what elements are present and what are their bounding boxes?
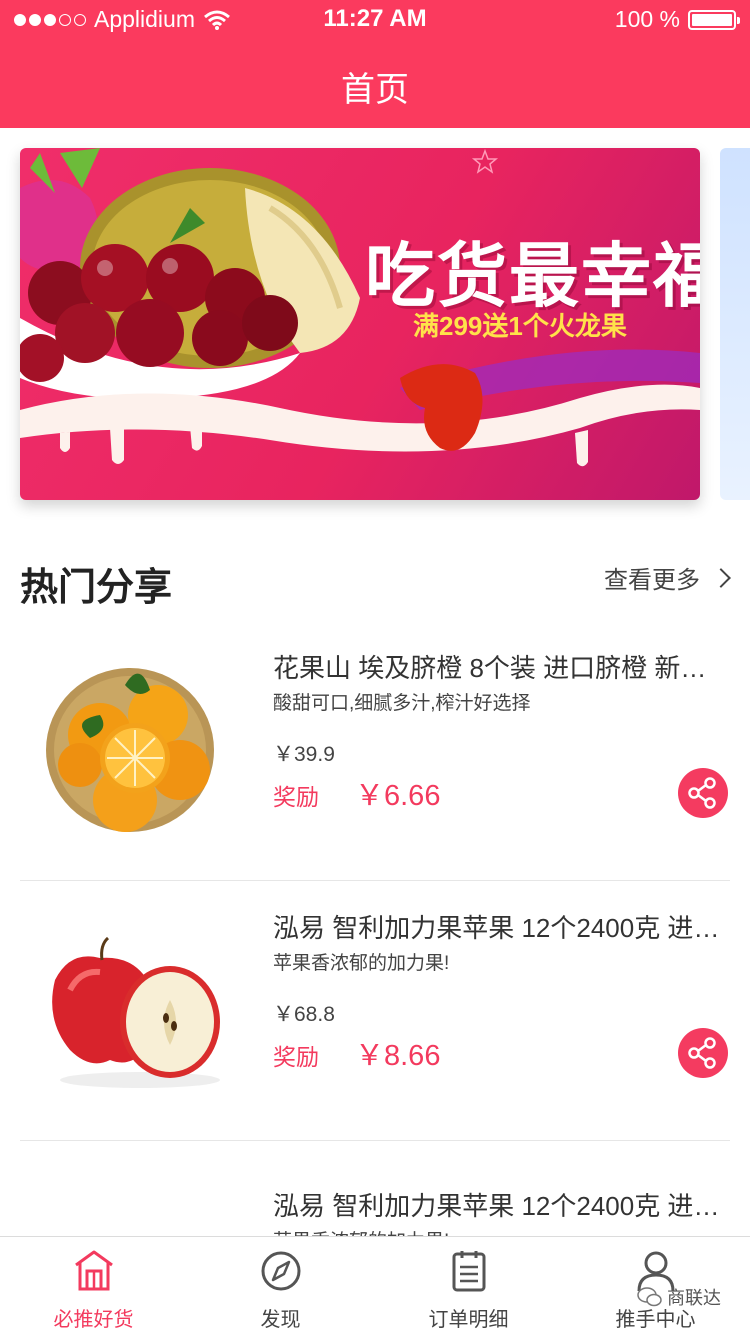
reward-label: 奖励	[273, 1044, 319, 1070]
share-button[interactable]	[678, 1028, 728, 1078]
divider	[20, 1140, 730, 1141]
product-name[interactable]: 花果山 埃及脐橙 8个装 进口脐橙 新鲜水果	[273, 648, 723, 685]
product-reward: 奖励 ￥6.66	[273, 772, 440, 814]
app-header: Applidium 11:27 AM 100 % 首页	[0, 0, 750, 128]
section-title: 热门分享	[20, 567, 173, 609]
promo-banner[interactable]: 吃货最幸福 满299送1个火龙果	[20, 148, 700, 500]
reward-value: ￥6.66	[355, 780, 441, 812]
share-icon	[688, 777, 716, 809]
tab-label: 发现	[260, 1309, 301, 1331]
product-desc: 苹果香浓郁的加力果!	[273, 953, 450, 974]
reward-value: ￥8.66	[355, 1040, 441, 1072]
banner-subtitle: 满299送1个火龙果	[413, 311, 627, 341]
product-image-orange	[46, 668, 214, 832]
product-desc: 酸甜可口,细腻多汁,榨汁好选择	[273, 693, 531, 714]
product-name[interactable]: 泓易 智利加力果苹果 12个2400克 进口水果	[273, 1186, 723, 1223]
status-bar: Applidium 11:27 AM 100 %	[0, 0, 750, 40]
compass-icon	[261, 1251, 301, 1291]
product-image-apple	[52, 936, 220, 1088]
battery-icon	[688, 9, 740, 30]
tab-must-push[interactable]: 必推好货	[0, 1237, 187, 1334]
product-card[interactable]: 花果山 埃及脐橙 8个装 进口脐橙 新鲜水果 酸甜可口,细腻多汁,榨汁好选择 ￥…	[0, 620, 750, 880]
tab-orders[interactable]: 订单明细	[375, 1237, 562, 1334]
status-right: 100 %	[614, 6, 740, 33]
clipboard-icon	[452, 1251, 486, 1292]
watermark-text: 商联达	[667, 1288, 721, 1308]
product-card[interactable]: 泓易 智利加力果苹果 12个2400克 进口水果 苹果香浓郁的加力果!	[0, 1160, 750, 1236]
product-price: ￥68.8	[273, 1003, 335, 1026]
product-card[interactable]: 泓易 智利加力果苹果 12个2400克 进口水果 苹果香浓郁的加力果! ￥68.…	[0, 880, 750, 1140]
product-desc: 苹果香浓郁的加力果!	[273, 1226, 449, 1236]
view-more-label: 查看更多	[604, 567, 700, 594]
tab-label: 必推好货	[53, 1309, 134, 1331]
next-banner-peek[interactable]	[720, 148, 750, 500]
shop-icon	[75, 1250, 113, 1291]
product-name[interactable]: 泓易 智利加力果苹果 12个2400克 进口水果	[273, 908, 723, 945]
share-button[interactable]	[678, 768, 728, 818]
watermark: 商联达	[637, 1284, 721, 1310]
tab-discover[interactable]: 发现	[187, 1237, 374, 1334]
product-image-apple	[30, 1200, 230, 1236]
reward-label: 奖励	[273, 784, 319, 810]
chevron-right-icon	[711, 567, 731, 588]
view-more-link[interactable]: 查看更多	[604, 560, 731, 595]
product-reward: 奖励 ￥8.66	[273, 1032, 440, 1074]
product-price: ￥39.9	[273, 743, 335, 766]
tab-label: 订单明细	[428, 1309, 509, 1331]
wechat-icon	[637, 1287, 662, 1307]
battery-label: 100 %	[614, 6, 680, 32]
share-icon	[688, 1037, 716, 1069]
page-title: 首页	[341, 71, 409, 109]
